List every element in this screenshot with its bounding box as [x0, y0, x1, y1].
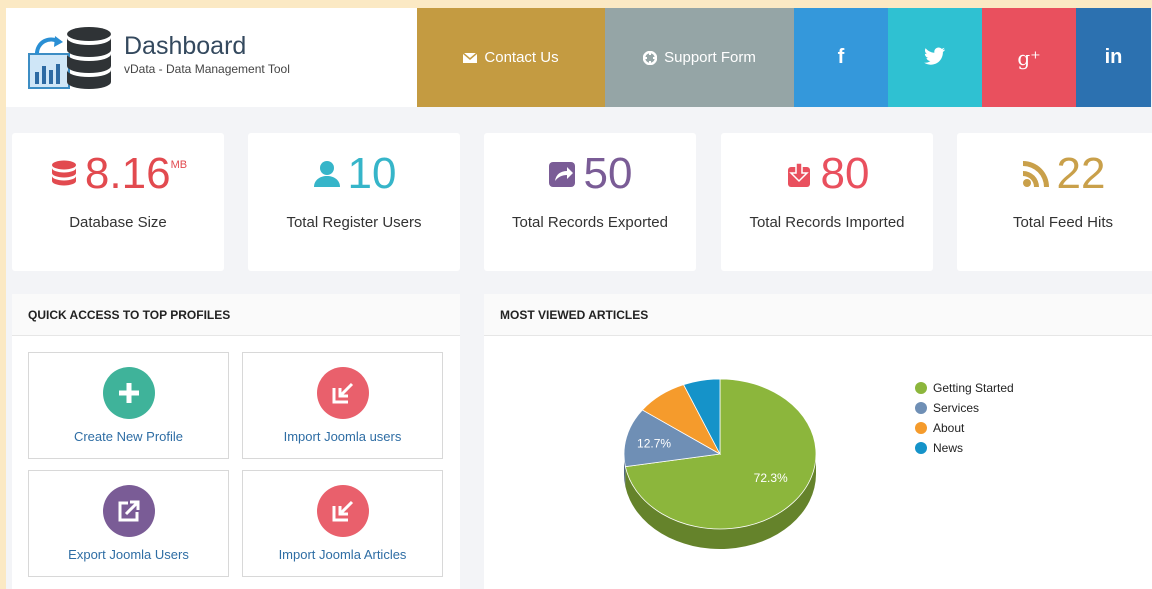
- legend-label: Services: [933, 401, 980, 415]
- quick-access-label: Export Joomla Users: [68, 547, 189, 562]
- legend-swatch: [915, 382, 927, 394]
- import-joomla-articles-button[interactable]: Import Joomla Articles: [242, 470, 443, 577]
- brand: Dashboard vData - Data Management Tool: [6, 8, 417, 107]
- legend-swatch: [915, 402, 927, 414]
- stat-value: 80: [820, 149, 870, 198]
- vdata-logo-icon: [28, 27, 111, 89]
- database-icon: [49, 159, 79, 189]
- legend-label: News: [933, 441, 964, 455]
- quick-access-label: Import Joomla users: [283, 429, 402, 444]
- legend-item[interactable]: About: [915, 418, 1014, 438]
- legend-item[interactable]: Services: [915, 398, 1014, 418]
- stat-card-database: 8.16 MB Database Size: [12, 133, 224, 271]
- pie-data-label: 12.7%: [637, 436, 671, 450]
- stat-card-exported: 50 Total Records Exported: [484, 133, 696, 271]
- import-icon: [317, 367, 369, 419]
- google-plus-icon: g⁺: [1017, 45, 1041, 70]
- stat-label: Database Size: [69, 214, 167, 231]
- stat-card-imported: 80 Total Records Imported: [721, 133, 933, 271]
- stat-label: Total Records Imported: [749, 214, 905, 231]
- stat-value: 8.16: [84, 149, 171, 198]
- export-icon: [103, 485, 155, 537]
- support-form-label: Support Form: [664, 49, 756, 66]
- stat-card-users: 10 Total Register Users: [248, 133, 460, 271]
- import-icon: [317, 485, 369, 537]
- contact-us-button[interactable]: Contact Us: [417, 8, 605, 107]
- legend-label: About: [933, 421, 965, 435]
- stat-label: Total Feed Hits: [1012, 214, 1114, 231]
- linkedin-button[interactable]: in: [1076, 8, 1151, 107]
- stat-value: 10: [347, 149, 397, 198]
- import-joomla-users-button[interactable]: Import Joomla users: [242, 352, 443, 459]
- facebook-icon: f: [837, 46, 845, 68]
- lifebuoy-icon: [643, 50, 658, 65]
- most-viewed-title: MOST VIEWED ARTICLES: [484, 294, 1152, 336]
- contact-us-label: Contact Us: [484, 49, 559, 66]
- legend-item[interactable]: News: [915, 438, 1014, 458]
- stat-value: 50: [583, 149, 633, 198]
- rss-icon: [1021, 159, 1051, 189]
- header-tiles: Contact Us Support Form f g⁺ in: [417, 8, 1151, 107]
- legend-swatch: [915, 442, 927, 454]
- user-icon: [312, 159, 342, 189]
- stat-label: Total Records Exported: [512, 214, 668, 231]
- stat-label: Total Register Users: [286, 214, 422, 231]
- stat-card-feed: 22 Total Feed Hits: [957, 133, 1152, 271]
- create-new-profile-button[interactable]: Create New Profile: [28, 352, 229, 459]
- quick-access-title: QUICK ACCESS TO TOP PROFILES: [12, 294, 460, 336]
- most-viewed-panel: MOST VIEWED ARTICLES 72.3% 12.7% Getting …: [484, 294, 1152, 589]
- twitter-button[interactable]: [888, 8, 982, 107]
- quick-access-panel: QUICK ACCESS TO TOP PROFILES Create New …: [12, 294, 460, 589]
- stat-unit: MB: [170, 159, 188, 171]
- import-icon: [785, 159, 815, 189]
- linkedin-icon: in: [1104, 46, 1123, 68]
- chart-legend: Getting Started Services About News: [915, 378, 1014, 458]
- legend-label: Getting Started: [933, 381, 1014, 395]
- export-joomla-users-button[interactable]: Export Joomla Users: [28, 470, 229, 577]
- header: Dashboard vData - Data Management Tool C…: [6, 8, 1152, 107]
- support-form-button[interactable]: Support Form: [605, 8, 794, 107]
- page-title: Dashboard: [124, 32, 247, 60]
- pie-data-label: 72.3%: [754, 471, 788, 485]
- envelope-icon: [463, 52, 478, 63]
- legend-item[interactable]: Getting Started: [915, 378, 1014, 398]
- stat-value: 22: [1056, 149, 1106, 198]
- page-subtitle: vData - Data Management Tool: [124, 62, 290, 76]
- legend-swatch: [915, 422, 927, 434]
- quick-access-label: Create New Profile: [73, 429, 184, 444]
- pie-chart: 72.3% 12.7%: [623, 378, 817, 550]
- twitter-icon: [924, 47, 946, 69]
- quick-access-label: Import Joomla Articles: [278, 547, 407, 562]
- plus-icon: [103, 367, 155, 419]
- facebook-button[interactable]: f: [794, 8, 888, 107]
- share-icon: [548, 159, 578, 189]
- dashboard-frame: Dashboard vData - Data Management Tool C…: [6, 8, 1152, 589]
- google-plus-button[interactable]: g⁺: [982, 8, 1076, 107]
